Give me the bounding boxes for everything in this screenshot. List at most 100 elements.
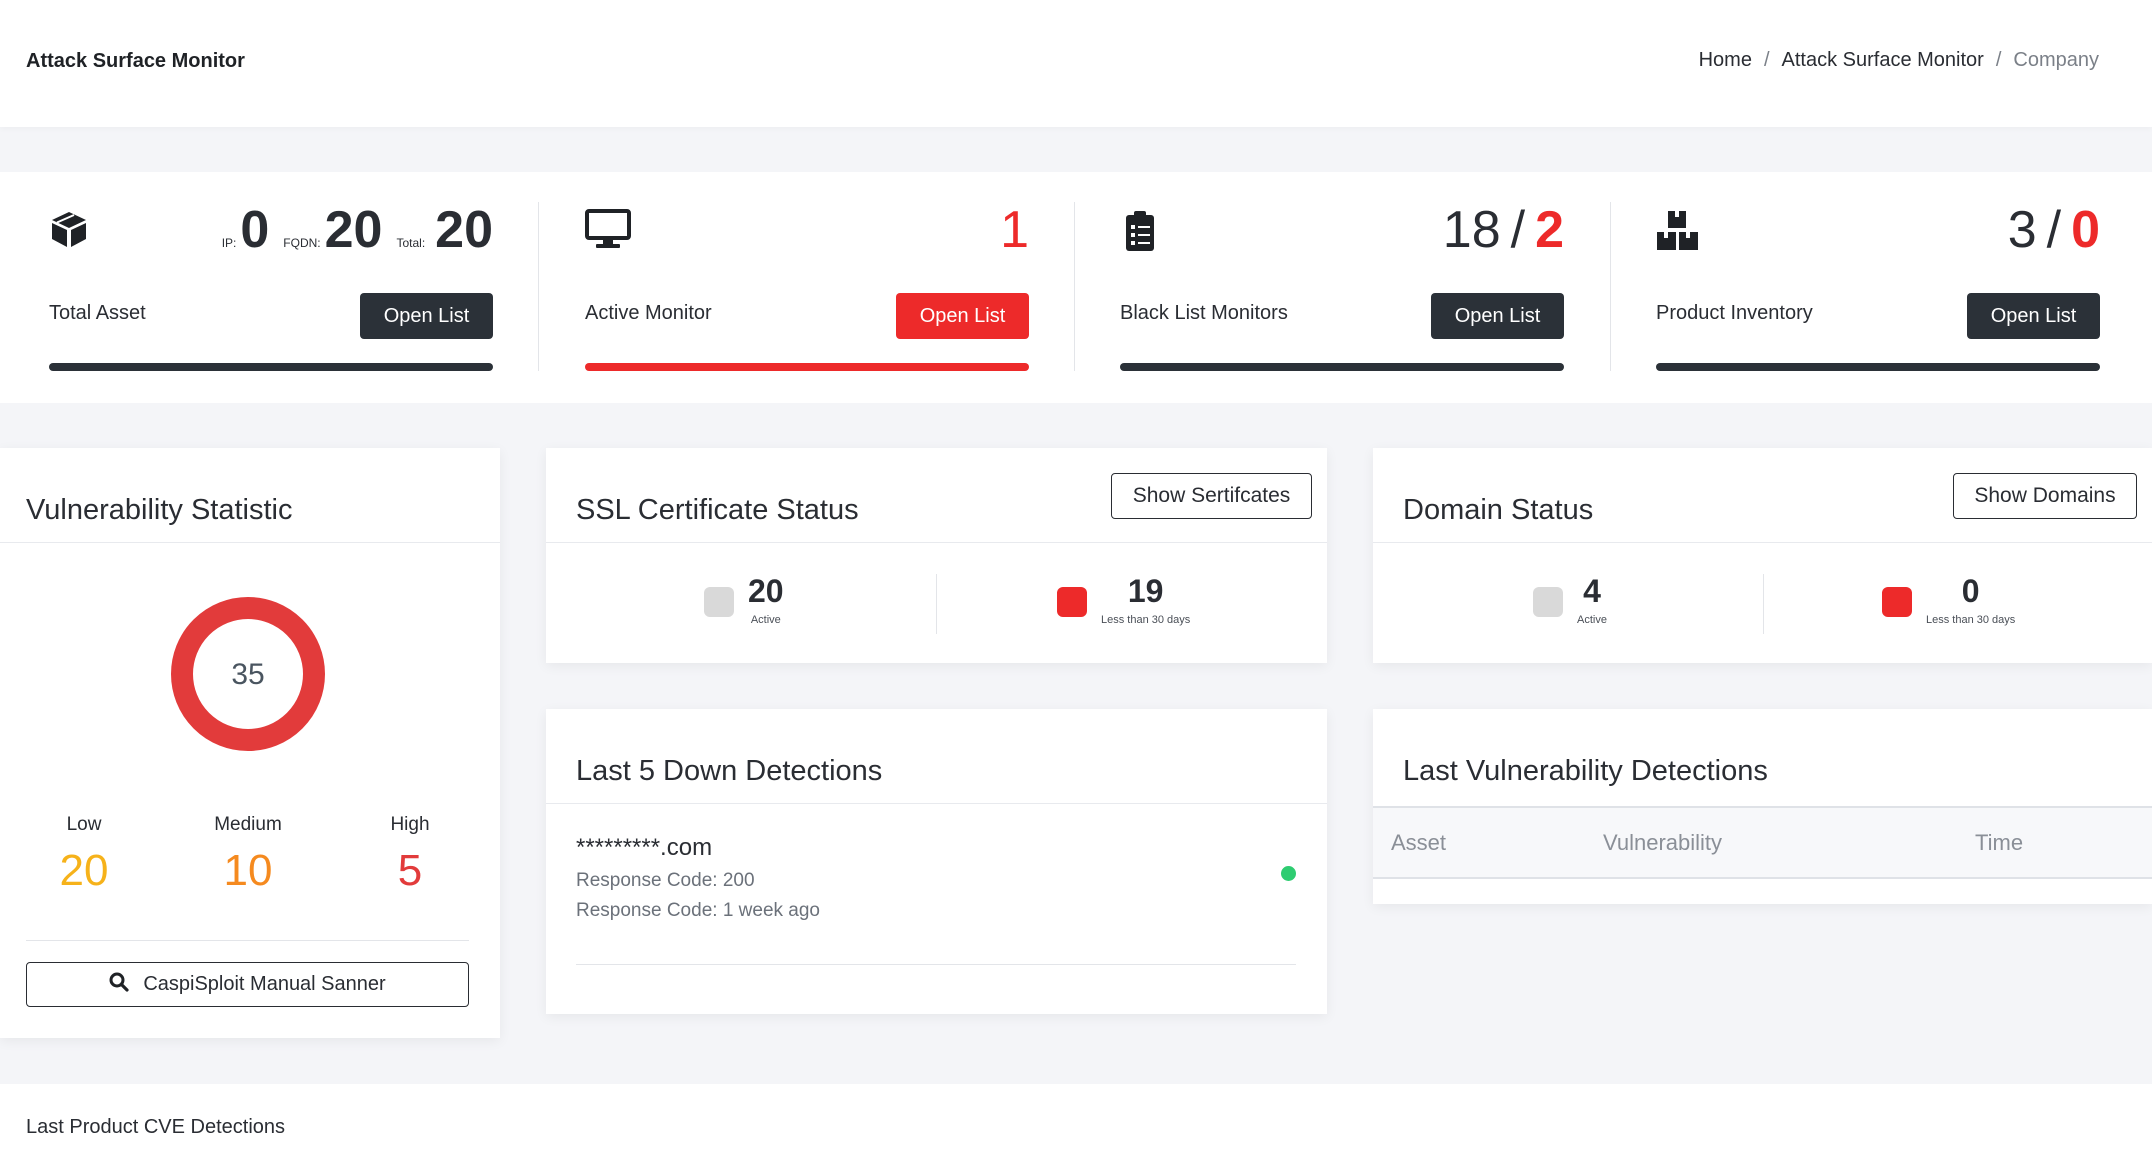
total-asset-label: Total Asset (49, 302, 146, 324)
stat-product-inventory: 3 / 0 Product Inventory Open List (1656, 172, 2100, 403)
breadcrumb-home[interactable]: Home (1699, 49, 1752, 72)
table-header-bottom-border (1373, 877, 2152, 879)
active-monitor-open-list-button[interactable]: Open List (896, 293, 1029, 339)
severity-high-count: 5 (397, 846, 423, 895)
stat-divider (1074, 202, 1075, 371)
domain-status-title: Domain Status (1403, 494, 1594, 526)
breadcrumb: Home / Attack Surface Monitor / Company (1699, 49, 2099, 72)
ip-count: 0 (240, 201, 270, 259)
domain-expiring-status: 0 Less than 30 days (1882, 573, 2015, 626)
search-icon (109, 972, 129, 998)
expiring-square-icon (1057, 587, 1087, 617)
card-divider (0, 542, 500, 543)
caspisploit-scanner-label: CaspiSploit Manual Sanner (143, 973, 386, 995)
black-list-flagged: 2 (1535, 201, 1564, 259)
column-header-vulnerability[interactable]: Vulnerability (1603, 830, 1722, 856)
clipboard-icon (1120, 209, 1164, 253)
column-header-asset[interactable]: Asset (1391, 830, 1446, 856)
ssl-certificate-status-title: SSL Certificate Status (576, 494, 859, 526)
fqdn-label: FQDN: (283, 236, 321, 250)
black-list-total: 18 (1442, 201, 1501, 259)
ssl-expiring-count: 19 (1127, 573, 1164, 609)
top-bar: Attack Surface Monitor Home / Attack Sur… (0, 0, 2152, 127)
active-monitor-label: Active Monitor (585, 302, 712, 324)
ssl-active-label: Active (750, 614, 781, 626)
breadcrumb-attack-surface-monitor[interactable]: Attack Surface Monitor (1782, 49, 1984, 72)
online-status-dot (1281, 866, 1296, 881)
ssl-certificate-status-card: SSL Certificate Status Show Sertifcates … (546, 448, 1327, 663)
expiring-square-icon (1882, 587, 1912, 617)
stat-divider (538, 202, 539, 371)
severity-high-label: High (390, 814, 430, 835)
product-inventory-open-list-button[interactable]: Open List (1967, 293, 2100, 339)
vulnerability-detections-card: Last Vulnerability Detections (1373, 709, 2152, 904)
product-inventory-label: Product Inventory (1656, 302, 1813, 324)
total-count: 20 (435, 201, 493, 259)
ip-label: IP: (221, 236, 237, 250)
domain-expiring-count: 0 (1961, 573, 1980, 609)
severity-high: High 5 (350, 814, 470, 896)
down-detections-card: Last 5 Down Detections *********.com Res… (546, 709, 1327, 1014)
caspisploit-scanner-button[interactable]: CaspiSploit Manual Sanner (26, 962, 469, 1007)
ssl-expiring-label: Less than 30 days (1101, 614, 1191, 626)
vulnerability-detections-title: Last Vulnerability Detections (1403, 755, 1768, 787)
breadcrumb-separator: / (1995, 49, 2002, 71)
stat-active-monitor: 1 Active Monitor Open List (585, 172, 1029, 403)
app-title: Attack Surface Monitor (26, 50, 245, 72)
black-list-separator: / (1510, 201, 1526, 259)
product-inventory-total: 3 (2007, 201, 2037, 259)
column-header-time[interactable]: Time (1975, 830, 2023, 856)
boxes-icon (1656, 209, 1700, 253)
down-detection-time: Response Code: 1 week ago (576, 900, 820, 921)
down-detection-item[interactable]: *********.com Response Code: 200 Respons… (576, 834, 820, 922)
down-detection-host: *********.com (576, 834, 713, 861)
total-asset-progress-bar (49, 363, 493, 371)
active-square-icon (1533, 587, 1563, 617)
ssl-active-status: 20 Active (704, 573, 784, 626)
severity-medium-count: 10 (223, 846, 273, 895)
domain-active-label: Active (1577, 614, 1607, 626)
active-monitor-progress-bar (585, 363, 1029, 371)
active-monitor-value: 1 (1000, 200, 1029, 260)
black-list-open-list-button[interactable]: Open List (1431, 293, 1564, 339)
severity-medium: Medium 10 (188, 814, 308, 896)
card-divider (1373, 542, 2152, 543)
product-inventory-flagged: 0 (2071, 201, 2100, 259)
show-domains-button[interactable]: Show Domains (1953, 473, 2137, 519)
product-inventory-progress-bar (1656, 363, 2100, 371)
vulnerability-statistic-title: Vulnerability Statistic (26, 494, 293, 526)
product-inventory-value: 3 / 0 (2008, 200, 2100, 260)
domain-active-count: 4 (1583, 573, 1601, 609)
breadcrumb-separator: / (1763, 49, 1770, 71)
monitor-icon (585, 209, 631, 253)
domain-status-card: Domain Status Show Domains 4 Active 0 Le… (1373, 448, 2152, 663)
table-header (1373, 808, 2152, 878)
active-square-icon (704, 587, 734, 617)
down-detections-title: Last 5 Down Detections (576, 755, 883, 787)
active-monitor-count: 1 (1000, 201, 1029, 259)
domain-active-status: 4 Active (1533, 573, 1607, 626)
black-list-value: 18 / 2 (1443, 200, 1564, 260)
cve-detections-title: Last Product CVE Detections (26, 1116, 286, 1138)
fqdn-count: 20 (324, 201, 383, 259)
severity-medium-label: Medium (214, 814, 282, 835)
total-asset-value: IP: 0 FQDN: 20 Total: 20 (222, 200, 493, 260)
stats-strip: IP: 0 FQDN: 20 Total: 20 Total Asset Ope… (0, 172, 2152, 403)
status-divider (936, 574, 937, 634)
breadcrumb-current: Company (2013, 49, 2099, 71)
card-divider (546, 542, 1327, 543)
product-inventory-separator: / (2046, 201, 2062, 259)
item-divider (576, 964, 1296, 965)
card-divider (546, 803, 1327, 804)
cve-detections-card: Last Product CVE Detections (0, 1084, 2152, 1160)
cube-icon (49, 209, 93, 253)
show-certificates-button[interactable]: Show Sertifcates (1111, 473, 1312, 519)
black-list-label: Black List Monitors (1120, 302, 1288, 324)
severity-low-label: Low (66, 814, 102, 835)
status-divider (1763, 574, 1764, 634)
black-list-progress-bar (1120, 363, 1564, 371)
severity-low-count: 20 (59, 846, 109, 895)
total-asset-open-list-button[interactable]: Open List (360, 293, 493, 339)
vulnerability-donut-chart: 35 (171, 597, 325, 751)
ssl-active-count: 20 (748, 573, 784, 609)
